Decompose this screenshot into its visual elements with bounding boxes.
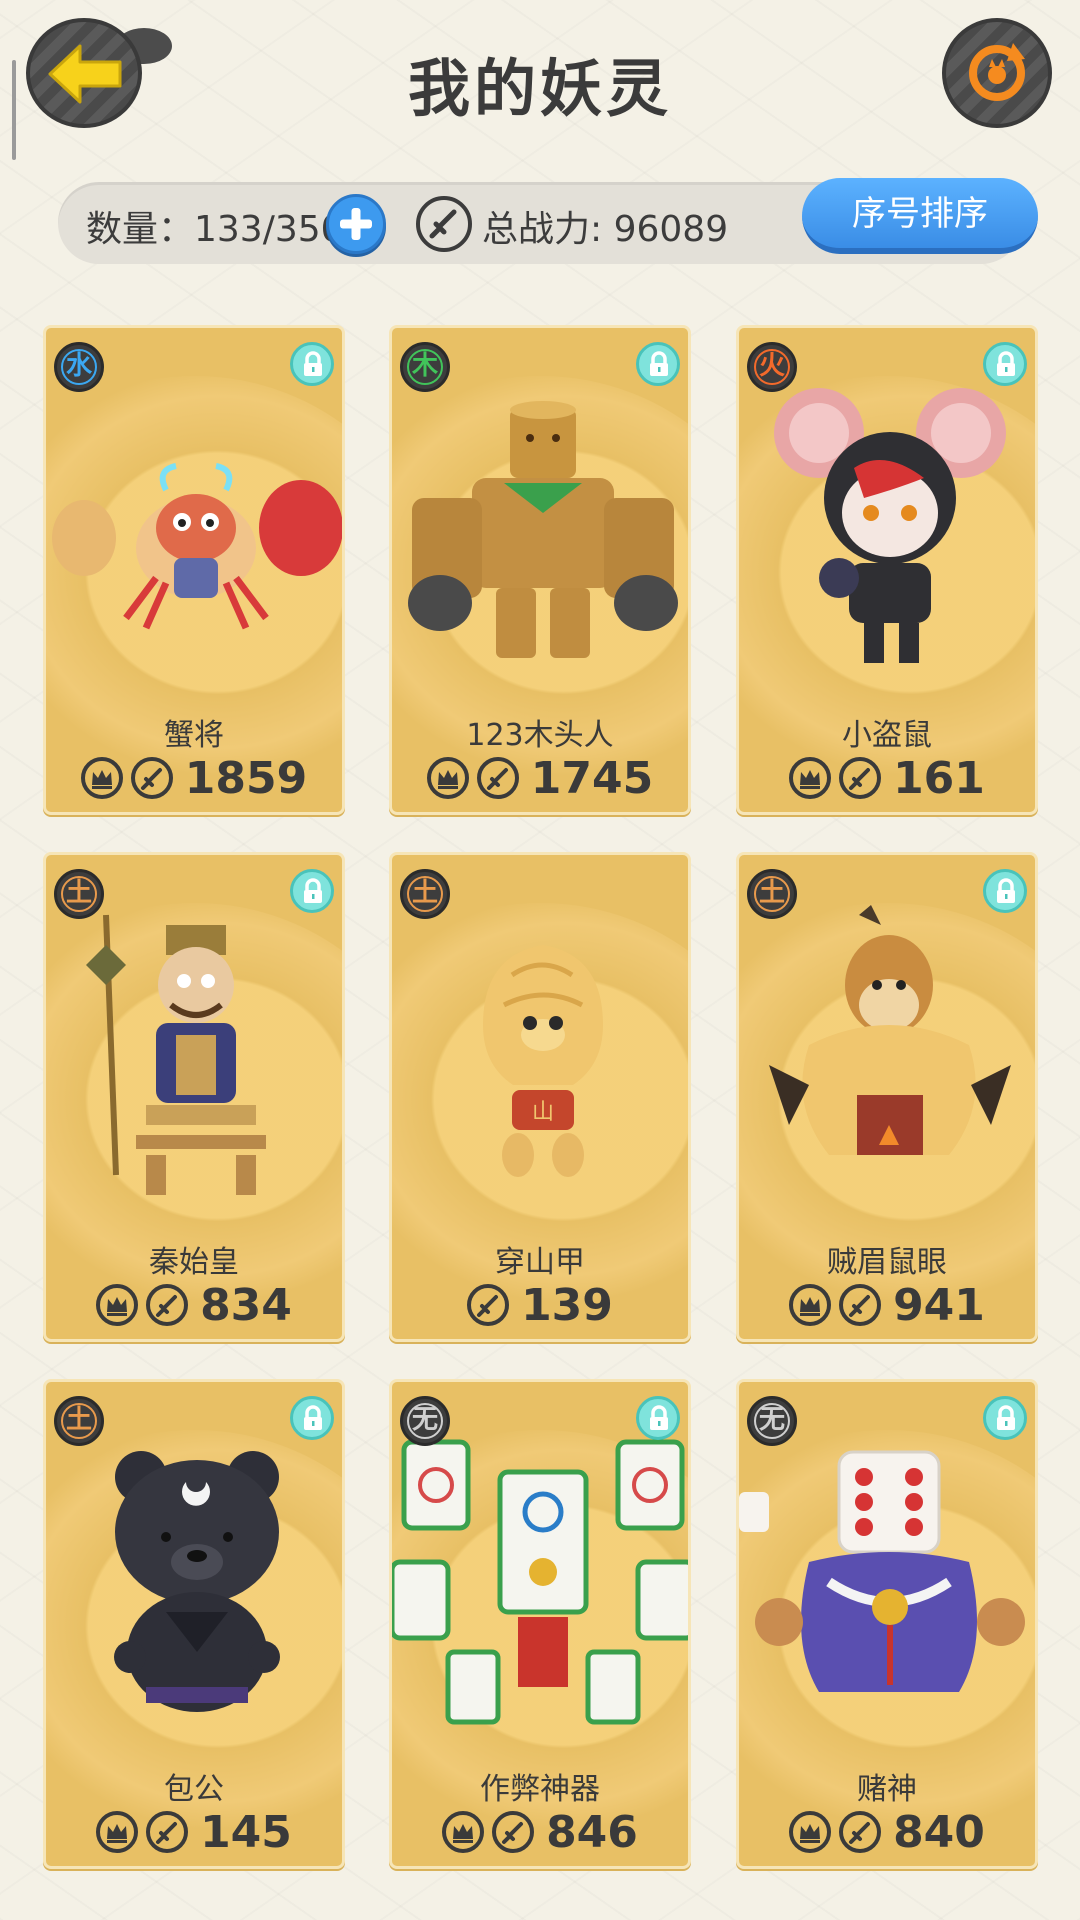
pet-card[interactable]: 无作弊神器 846	[389, 1379, 691, 1869]
element-label: 木	[411, 351, 438, 381]
pet-power-row: 1859	[46, 752, 342, 804]
pet-name: 小盗鼠	[842, 718, 932, 753]
element-label: 土	[411, 878, 438, 908]
pet-name: 穿山甲	[495, 1245, 585, 1280]
sword-icon	[839, 757, 882, 799]
element-badge: 土	[747, 869, 797, 919]
crown-icon	[96, 1811, 139, 1853]
crown-icon	[426, 757, 469, 799]
pet-power-value: 1859	[184, 752, 308, 804]
sword-icon	[492, 1811, 535, 1853]
lock-icon[interactable]	[290, 869, 334, 913]
crown-icon	[442, 1811, 485, 1853]
element-badge: 水	[54, 342, 104, 392]
pet-card[interactable]: 土包公 145	[43, 1379, 345, 1869]
pet-portrait: 山	[392, 905, 688, 1205]
crown-icon	[789, 1811, 832, 1853]
refresh-icon	[969, 43, 1025, 101]
pet-portrait	[392, 1432, 688, 1732]
pet-portrait	[739, 905, 1035, 1205]
pet-card[interactable]: 木 123木头人 1745	[389, 325, 691, 815]
pet-name: 蟹将	[164, 718, 224, 753]
pet-card[interactable]: 火小盗鼠 161	[736, 325, 1038, 815]
pet-name: 贼眉鼠眼	[827, 1245, 947, 1280]
element-badge: 无	[747, 1396, 797, 1446]
element-badge: 土	[54, 1396, 104, 1446]
pet-card[interactable]: 山 土穿山甲 139	[389, 852, 691, 1342]
sword-icon	[146, 1284, 189, 1326]
pet-power-row: 1745	[392, 752, 688, 804]
crown-icon	[96, 1284, 139, 1326]
element-label: 土	[65, 878, 92, 908]
sword-icon	[476, 757, 519, 799]
pet-portrait	[46, 1432, 342, 1732]
element-label: 水	[65, 351, 92, 381]
refresh-button[interactable]	[942, 18, 1052, 128]
pet-count: 数量：133/350	[86, 209, 344, 250]
sort-button[interactable]: 序号排序	[802, 178, 1038, 254]
element-badge: 土	[400, 869, 450, 919]
element-badge: 火	[747, 342, 797, 392]
pet-power-row: 834	[46, 1279, 342, 1331]
pet-power-value: 1745	[530, 752, 654, 804]
element-label: 无	[758, 1405, 785, 1435]
pet-power-value: 161	[893, 752, 985, 804]
sword-icon	[130, 757, 173, 799]
expand-capacity-button[interactable]	[326, 194, 386, 254]
header: 我的妖灵	[0, 0, 1080, 170]
pet-power-value: 846	[546, 1806, 638, 1858]
pet-power-value: 941	[893, 1279, 985, 1331]
lock-icon[interactable]	[290, 1396, 334, 1440]
element-label: 土	[758, 878, 785, 908]
sword-icon	[416, 196, 472, 252]
pet-power-value: 840	[893, 1806, 985, 1858]
lock-icon[interactable]	[636, 1396, 680, 1440]
sword-icon	[146, 1811, 189, 1853]
pet-power-value: 834	[200, 1279, 292, 1331]
pet-card[interactable]: 水蟹将 1859	[43, 325, 345, 815]
element-label: 火	[758, 351, 785, 381]
pet-power-value: 145	[200, 1806, 292, 1858]
pet-power-row: 161	[739, 752, 1035, 804]
pet-power-row: 941	[739, 1279, 1035, 1331]
pet-power-row: 145	[46, 1806, 342, 1858]
sword-icon	[839, 1284, 882, 1326]
pet-power-row: 139	[392, 1279, 688, 1331]
page-title: 我的妖灵	[407, 52, 672, 125]
element-label: 无	[411, 1405, 438, 1435]
pet-card[interactable]: 土贼眉鼠眼 941	[736, 852, 1038, 1342]
lock-icon[interactable]	[983, 342, 1027, 386]
pet-power-row: 846	[392, 1806, 688, 1858]
pet-portrait	[739, 1432, 1035, 1732]
pet-card[interactable]: 土秦始皇 834	[43, 852, 345, 1342]
crown-icon	[789, 757, 832, 799]
lock-icon[interactable]	[983, 869, 1027, 913]
sword-icon	[467, 1284, 510, 1326]
lock-icon[interactable]	[290, 342, 334, 386]
element-badge: 土	[54, 869, 104, 919]
element-badge: 木	[400, 342, 450, 392]
pet-portrait	[46, 905, 342, 1205]
pet-name: 秦始皇	[149, 1245, 239, 1280]
svg-text:山: 山	[532, 1100, 554, 1125]
element-badge: 无	[400, 1396, 450, 1446]
crown-icon	[789, 1284, 832, 1326]
pet-power-value: 139	[521, 1279, 613, 1331]
crown-icon	[80, 757, 123, 799]
element-label: 土	[65, 1405, 92, 1435]
sword-icon	[839, 1811, 882, 1853]
pet-portrait	[739, 378, 1035, 678]
pet-name: 赌神	[857, 1772, 917, 1807]
pet-portrait	[392, 378, 688, 678]
lock-icon[interactable]	[983, 1396, 1027, 1440]
pet-card[interactable]: 无赌神 840	[736, 1379, 1038, 1869]
stats-bar: 数量：133/350 总战力: 96089 序号排序	[58, 178, 1038, 264]
lock-icon[interactable]	[636, 342, 680, 386]
pet-portrait	[46, 378, 342, 678]
total-power: 总战力: 96089	[482, 209, 729, 250]
pet-name: 包公	[164, 1772, 224, 1807]
pet-power-row: 840	[739, 1806, 1035, 1858]
pet-name: 123木头人	[466, 718, 614, 753]
pet-name: 作弊神器	[480, 1772, 600, 1807]
